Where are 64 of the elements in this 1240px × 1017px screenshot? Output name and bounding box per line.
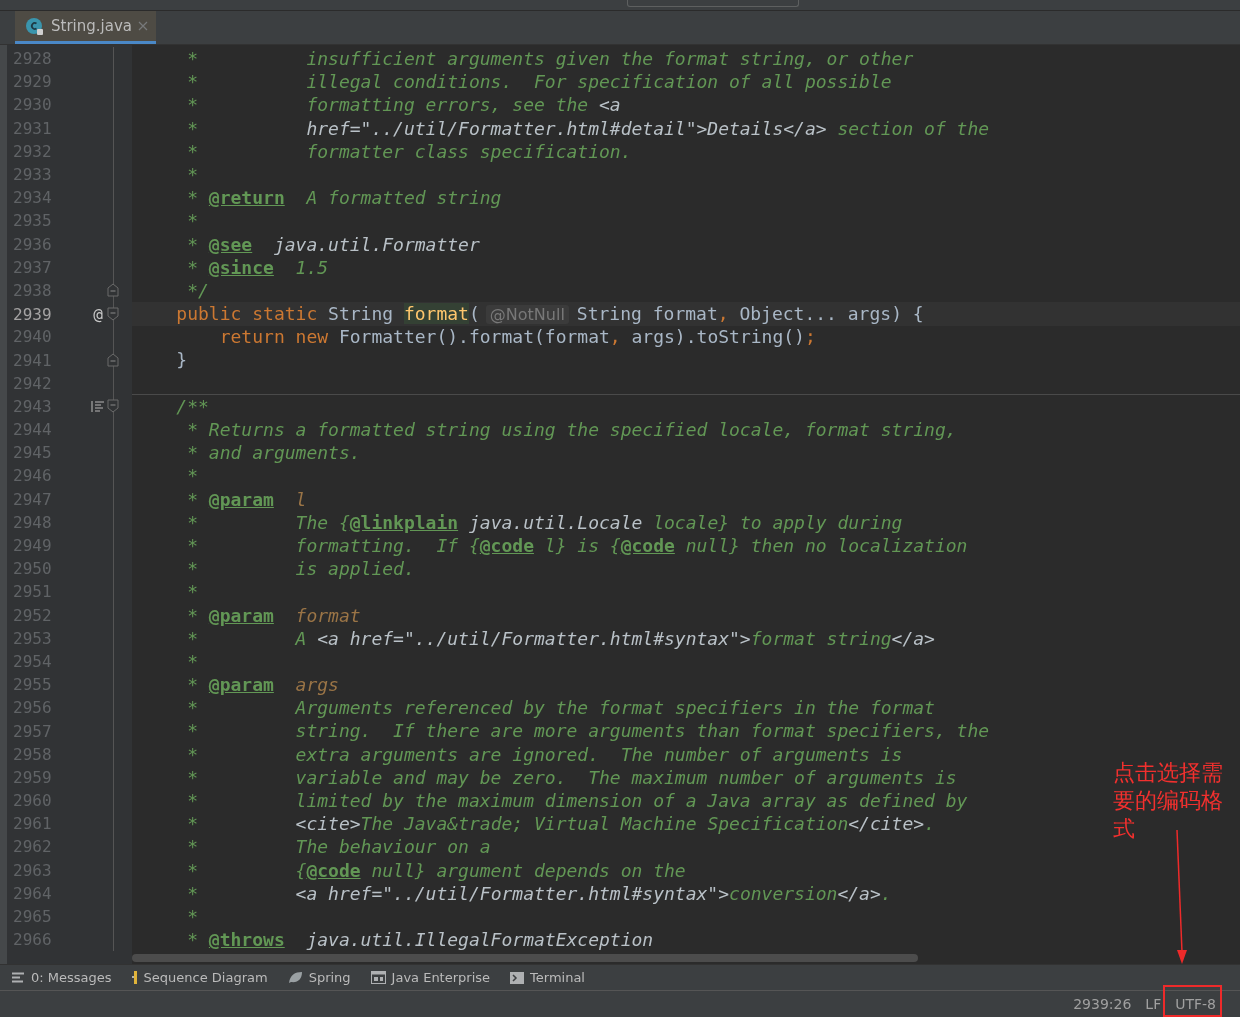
fold-icon[interactable] bbox=[107, 307, 119, 322]
editor-tab[interactable]: String.java bbox=[15, 11, 156, 44]
code-line: } bbox=[175, 349, 188, 371]
status-item[interactable]: LF bbox=[1145, 996, 1162, 1012]
code-line: * <cite>The Java&trade; Virtual Machine Specification</cite>. bbox=[186, 813, 935, 835]
tool-window-button[interactable]: Java Enterprise bbox=[366, 968, 501, 987]
status-item[interactable]: UTF-8 bbox=[1175, 996, 1216, 1012]
code-line: public static String format( @NotNull String format, Object... args) { bbox=[175, 303, 924, 325]
fold-icon[interactable] bbox=[107, 353, 119, 368]
window-icon bbox=[370, 971, 386, 984]
code-line: */ bbox=[186, 279, 209, 301]
fold-icon[interactable] bbox=[107, 283, 119, 298]
code-line: * extra arguments are ignored. The number of arguments is bbox=[186, 743, 903, 765]
code-line: * variable and may be zero. The maximum number of arguments is bbox=[186, 766, 957, 788]
code-line: * The {@linkplain java.util.Locale locale} to apply during bbox=[186, 511, 903, 533]
code-line: * limited by the maximum dimension of a Java array as defined by bbox=[186, 790, 968, 811]
code-line: * {@code null} argument depends on the bbox=[186, 859, 686, 881]
code-line: * Returns a formatted string using the specified locale, format string, bbox=[186, 419, 957, 440]
tab-label: String.java bbox=[51, 17, 132, 35]
code-line: * and arguments. bbox=[186, 442, 361, 464]
terminal-icon bbox=[510, 971, 525, 984]
override-marker[interactable]: @ bbox=[93, 304, 103, 324]
code-line: * @since 1.5 bbox=[186, 256, 329, 278]
code-line: /** bbox=[175, 395, 209, 417]
annotation-note: 点击选择需要的编码格式 bbox=[1113, 759, 1224, 843]
tool-window-button[interactable]: Terminal bbox=[506, 968, 595, 987]
tool-window-button[interactable]: Spring bbox=[283, 968, 361, 987]
highlight-box bbox=[1163, 985, 1222, 1017]
code-line: * @see java.util.Formatter bbox=[186, 233, 480, 255]
code-line: return new Formatter().format(format, args).toString(); bbox=[218, 326, 816, 348]
code-line: * insufficient arguments given the format string, or other bbox=[186, 48, 914, 69]
leaf-icon bbox=[287, 971, 303, 984]
code-line: * string. If there are more arguments than format specifiers, the bbox=[186, 720, 990, 742]
code-line: * formatting errors, see the <a bbox=[186, 94, 621, 116]
status-item[interactable]: 2939:26 bbox=[1073, 996, 1132, 1012]
code-line: * @param l bbox=[186, 488, 307, 510]
code-line: * @return A formatted string bbox=[186, 187, 502, 209]
code-line: * bbox=[186, 210, 199, 232]
code-line: * formatter class specification. bbox=[186, 140, 632, 162]
code-line: * The behaviour on a bbox=[186, 836, 491, 858]
code-line: * <a href="../util/Formatter.html#syntax">conversion</a>. bbox=[186, 882, 892, 904]
code-line: * A <a href="../util/Formatter.html#syntax">format string</a> bbox=[186, 627, 935, 649]
tool-window-button[interactable]: Sequence Diagram bbox=[127, 968, 278, 987]
code-line: * @param format bbox=[186, 604, 361, 626]
tool-window-button[interactable]: 0: Messages bbox=[8, 968, 122, 987]
line-number: 2939 bbox=[13, 304, 53, 324]
code-line: * bbox=[186, 163, 199, 185]
code-line: * href="../util/Formatter.html#detail">Details</a> section of the bbox=[186, 117, 990, 139]
lines-icon bbox=[12, 972, 25, 983]
code-line: * @throws java.util.IllegalFormatException bbox=[186, 929, 654, 951]
code-line: * illegal conditions. For specification of all possible bbox=[186, 71, 892, 93]
code-line: * formatting. If {@code l} is {@code null} then no localization bbox=[186, 534, 968, 556]
horizontal-scrollbar[interactable] bbox=[132, 954, 918, 962]
code-line: * Arguments referenced by the format specifiers in the format bbox=[186, 697, 935, 719]
code-line: * is applied. bbox=[186, 558, 415, 580]
code-line: * @param args bbox=[186, 674, 339, 696]
code-line: * bbox=[186, 581, 199, 603]
code-line: * bbox=[186, 465, 199, 487]
close-icon[interactable] bbox=[137, 21, 148, 31]
fold-icon[interactable] bbox=[107, 399, 119, 414]
code-line: * bbox=[186, 650, 199, 672]
code-line: * bbox=[186, 905, 199, 927]
lines-icon[interactable] bbox=[91, 399, 105, 413]
class-file-icon bbox=[25, 16, 45, 36]
